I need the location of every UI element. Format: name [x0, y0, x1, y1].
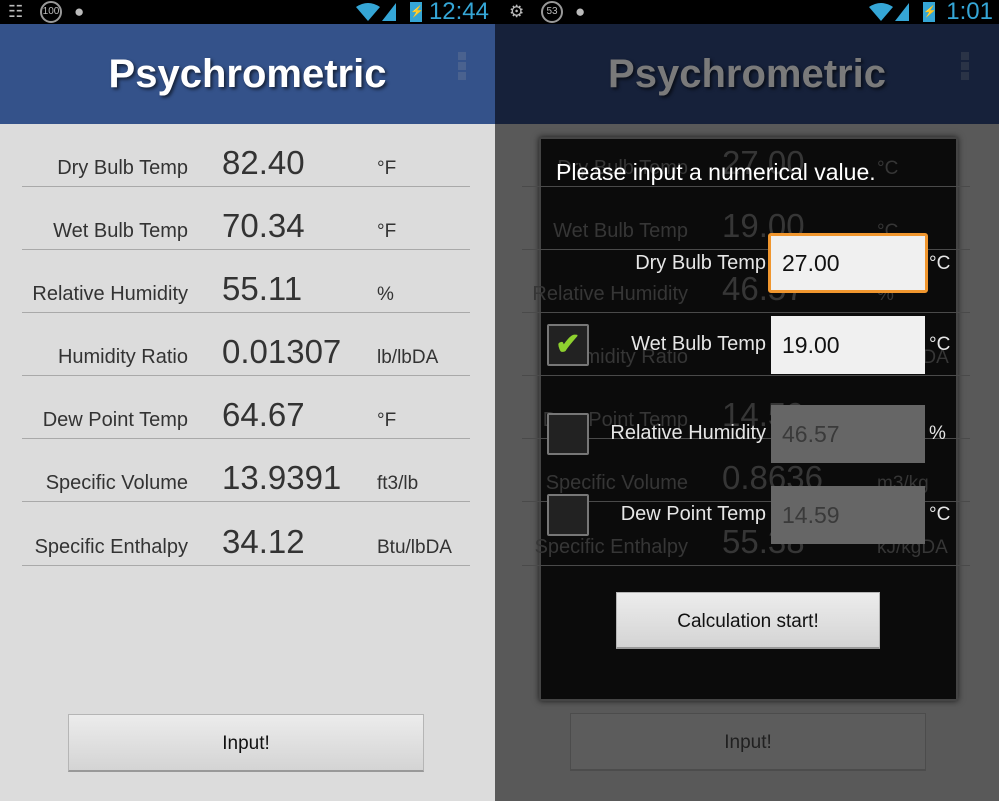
dew-point-input[interactable] — [771, 486, 925, 544]
android-icon: ● — [575, 2, 586, 21]
calculation-start-button[interactable]: Calculation start! — [616, 592, 880, 649]
overflow-menu-icon[interactable] — [458, 52, 466, 82]
result-row-specific-volume: Specific Volume 13.9391 ft3/lb — [22, 439, 470, 502]
input-button[interactable]: Input! — [68, 714, 424, 772]
notification-count-badge: 100 — [40, 1, 62, 23]
row-value: 82.40 — [222, 144, 305, 181]
result-row-wet-bulb: Wet Bulb Temp 70.34 °F — [22, 187, 470, 250]
battery-charging-icon: ⚡ — [410, 2, 424, 22]
row-unit: Btu/lbDA — [377, 537, 452, 558]
dew-point-checkbox[interactable] — [547, 494, 589, 536]
row-label: Humidity Ratio — [57, 346, 188, 368]
battery-charging-icon: ⚡ — [923, 2, 937, 22]
row-unit: °F — [377, 158, 397, 179]
clock: 12:44 — [428, 0, 489, 25]
row-label: Specific Volume — [45, 472, 188, 494]
input-button[interactable]: Input! — [570, 713, 926, 771]
result-row-relative-humidity: Relative Humidity 55.11% — [22, 250, 470, 313]
status-bar: ⚙ 53 ● ⚡ 1:01 — [495, 0, 999, 25]
result-row-specific-enthalpy: Specific Enthalpy 34.12 Btu/lbDA — [22, 503, 470, 566]
wet-bulb-input[interactable] — [771, 316, 925, 374]
row-label: Dew Point Temp — [42, 409, 188, 431]
right-screen: ⚙ 53 ● ⚡ 1:01 Psychrometric Dry Bulb Tem… — [495, 0, 999, 801]
wifi-signal-icon — [356, 3, 396, 21]
row-value: 34.12 — [222, 523, 305, 560]
row-label: Relative Humidity — [532, 283, 688, 305]
row-unit: °C — [877, 158, 899, 179]
overflow-menu-icon[interactable] — [961, 52, 969, 82]
row-label: Relative Humidity — [32, 283, 188, 305]
left-screen: ☷ 100 ● ⚡ 12:44 Psychrometric Dry Bulb T… — [0, 0, 495, 801]
relative-humidity-input[interactable] — [771, 405, 925, 463]
result-row-dry-bulb: Dry Bulb Temp 82.40 °F — [22, 124, 470, 187]
result-row-dew-point: Dew Point Temp 64.67 °F — [22, 376, 470, 439]
row-label: Specific Volume — [545, 472, 688, 494]
result-row-humidity-ratio: Humidity Ratio 0.01307 lb/lbDA — [22, 313, 470, 376]
row-unit: ft3/lb — [377, 473, 419, 494]
app-title: Psychrometric — [108, 52, 387, 96]
wifi-signal-icon — [869, 3, 909, 21]
relative-humidity-checkbox[interactable] — [547, 413, 589, 455]
row-value: 13.9391 — [222, 459, 342, 496]
android-icon: ● — [74, 2, 85, 21]
dry-bulb-input[interactable] — [768, 233, 928, 293]
row-value: 70.34 — [222, 207, 305, 244]
row-value: 27.00 — [722, 144, 805, 181]
row-unit: °F — [377, 221, 397, 242]
row-unit: % — [377, 284, 394, 305]
notification-count-badge: 53 — [541, 1, 563, 23]
row-label: Dry Bulb Temp — [57, 157, 188, 179]
status-bar: ☷ 100 ● ⚡ 12:44 — [0, 0, 495, 25]
row-label: Wet Bulb Temp — [53, 220, 188, 242]
settings-gear-icon: ⚙ — [509, 2, 525, 21]
app-header: Psychrometric — [0, 24, 495, 124]
row-label: Specific Enthalpy — [534, 536, 688, 558]
row-value: 0.01307 — [222, 333, 342, 370]
row-value: 64.67 — [222, 396, 305, 433]
row-unit: °F — [377, 410, 397, 431]
row-unit: lb/lbDA — [377, 347, 439, 368]
result-row-dry-bulb: Dry Bulb Temp 27.00 °C — [522, 124, 970, 187]
clock: 1:01 — [946, 0, 993, 25]
app-header-dimmed: Psychrometric — [495, 24, 999, 124]
wet-bulb-checkbox-checked[interactable]: ✔ — [547, 324, 589, 366]
row-label: Dry Bulb Temp — [557, 157, 688, 179]
row-value: 55.11 — [222, 270, 303, 307]
row-label: Wet Bulb Temp — [553, 220, 688, 242]
app-title: Psychrometric — [608, 52, 886, 96]
row-label: Specific Enthalpy — [34, 536, 188, 558]
sliders-icon: ☷ — [8, 2, 24, 21]
